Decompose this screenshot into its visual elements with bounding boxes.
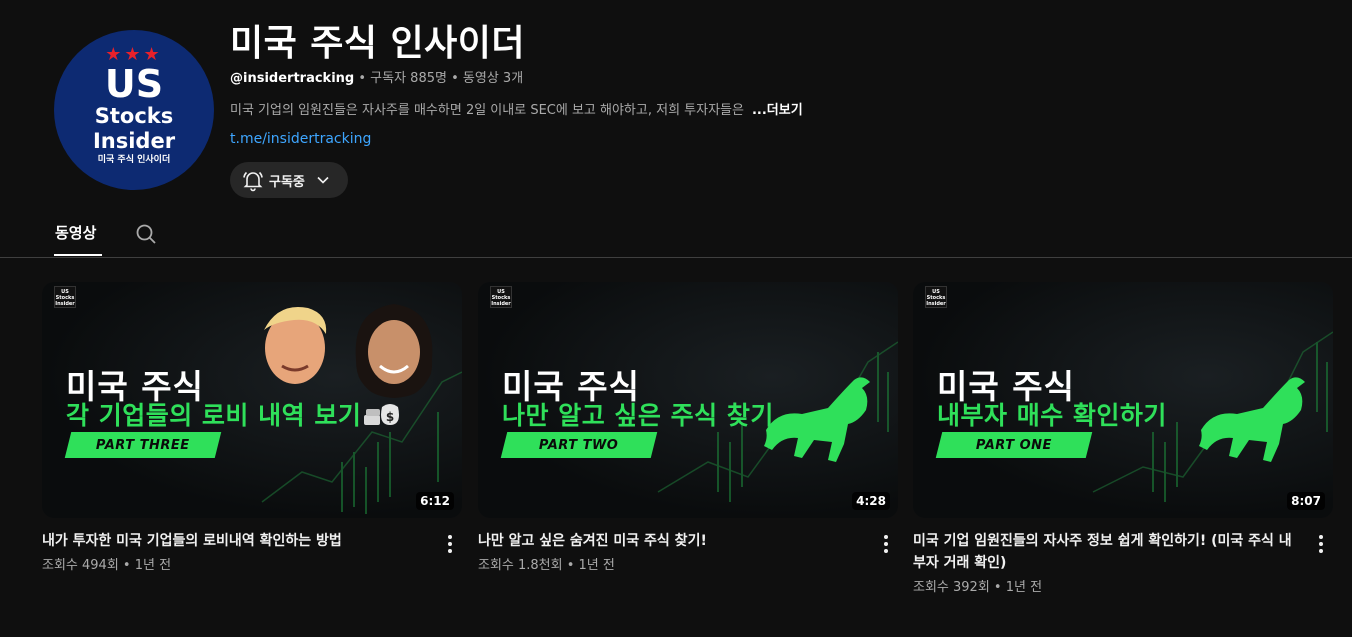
avatar-text-insider: Insider xyxy=(92,129,176,153)
watermark-text: Insider xyxy=(55,301,75,307)
video-thumbnail[interactable]: US Stocks Insider $ 미국 주식 각 기업들의 로비 내역 보기 … xyxy=(42,282,462,518)
watermark-text: Insider xyxy=(491,301,511,307)
avatar-text-stocks: Stocks xyxy=(94,104,174,128)
chevron-down-icon xyxy=(317,176,329,184)
part-label: PART THREE xyxy=(96,437,190,453)
video-title[interactable]: 미국 기업 임원진들의 자사주 정보 쉽게 확인하기! (미국 주식 내부자 거… xyxy=(913,530,1303,574)
channel-watermark: US Stocks Insider xyxy=(925,286,947,308)
video-count: 동영상 3개 xyxy=(462,71,524,86)
avatar-text-us: US xyxy=(104,62,164,106)
thumbnail-part-badge: PART ONE xyxy=(935,432,1093,458)
part-label: PART ONE xyxy=(975,437,1053,453)
person-portrait-graphic xyxy=(355,304,433,398)
meta-separator: • xyxy=(358,71,367,86)
more-actions-icon[interactable] xyxy=(1309,532,1333,556)
bell-icon xyxy=(243,171,263,192)
video-meta: 조회수 494회 • 1년 전 xyxy=(42,558,172,573)
channel-handle[interactable]: @insidertracking xyxy=(230,71,354,86)
part-label: PART TWO xyxy=(539,437,619,453)
channel-meta: @insidertracking • 구독자 885명 • 동영상 3개 xyxy=(230,67,523,86)
thumbnail-subheadline: 나만 알고 싶은 주식 찾기 xyxy=(502,401,774,430)
more-actions-icon[interactable] xyxy=(438,532,462,556)
search-icon[interactable] xyxy=(134,222,158,246)
more-actions-icon[interactable] xyxy=(874,532,898,556)
video-duration: 4:28 xyxy=(852,492,890,510)
video-duration: 8:07 xyxy=(1287,492,1325,510)
tab-active-indicator xyxy=(54,254,102,256)
more-button[interactable]: ...더보기 xyxy=(752,103,803,118)
video-card[interactable]: US Stocks Insider $ 미국 주식 각 기업들의 로비 내역 보기 … xyxy=(42,282,462,573)
thumbnail-subheadline: 각 기업들의 로비 내역 보기 xyxy=(66,401,362,430)
video-title[interactable]: 내가 투자한 미국 기업들의 로비내역 확인하는 방법 xyxy=(42,530,432,552)
tabs-divider xyxy=(0,257,1352,258)
thumbnail-part-badge: PART THREE xyxy=(64,432,222,458)
person-portrait-graphic xyxy=(264,306,327,384)
video-meta: 조회수 1.8천회 • 1년 전 xyxy=(478,558,615,573)
description-text: 미국 기업의 임원진들은 자사주를 매수하면 2일 이내로 SEC에 보고 해야… xyxy=(230,103,744,118)
video-thumbnail[interactable]: US Stocks Insider 미국 주식 내부자 매수 확인하기 PART O… xyxy=(913,282,1333,518)
thumbnail-part-badge: PART TWO xyxy=(500,432,658,458)
video-title[interactable]: 나만 알고 싶은 숨겨진 미국 주식 찾기! xyxy=(478,530,868,552)
avatar-text-korean: 미국 주식 인사이더 xyxy=(97,155,171,165)
money-bag-icon: $ xyxy=(364,404,399,425)
meta-separator: • xyxy=(451,71,459,86)
subscribed-label: 구독중 xyxy=(269,174,305,190)
channel-description[interactable]: 미국 기업의 임원진들은 자사주를 매수하면 2일 이내로 SEC에 보고 해야… xyxy=(230,99,803,118)
tab-videos[interactable]: 동영상 xyxy=(55,222,96,243)
channel-watermark: US Stocks Insider xyxy=(54,286,76,308)
bull-graphic xyxy=(1199,377,1305,462)
video-thumbnail[interactable]: US Stocks Insider 미국 주식 나만 알고 싶은 주식 찾기 PAR… xyxy=(478,282,898,518)
channel-avatar[interactable]: ★★★ US Stocks Insider 미국 주식 인사이더 xyxy=(54,30,214,190)
video-meta: 조회수 392회 • 1년 전 xyxy=(913,580,1043,595)
channel-title: 미국 주식 인사이더 xyxy=(230,23,526,64)
channel-link[interactable]: t.me/insidertracking xyxy=(230,131,371,147)
svg-text:$: $ xyxy=(386,410,394,424)
bull-graphic xyxy=(764,377,870,462)
subscribed-button[interactable]: 구독중 xyxy=(230,162,348,198)
thumbnail-subheadline: 내부자 매수 확인하기 xyxy=(937,401,1167,430)
subscriber-count: 구독자 885명 xyxy=(370,71,447,86)
video-card[interactable]: US Stocks Insider 미국 주식 나만 알고 싶은 주식 찾기 PAR… xyxy=(478,282,898,573)
channel-watermark: US Stocks Insider xyxy=(490,286,512,308)
video-duration: 6:12 xyxy=(416,492,454,510)
watermark-text: Insider xyxy=(926,301,946,307)
video-card[interactable]: US Stocks Insider 미국 주식 내부자 매수 확인하기 PART O… xyxy=(913,282,1333,595)
